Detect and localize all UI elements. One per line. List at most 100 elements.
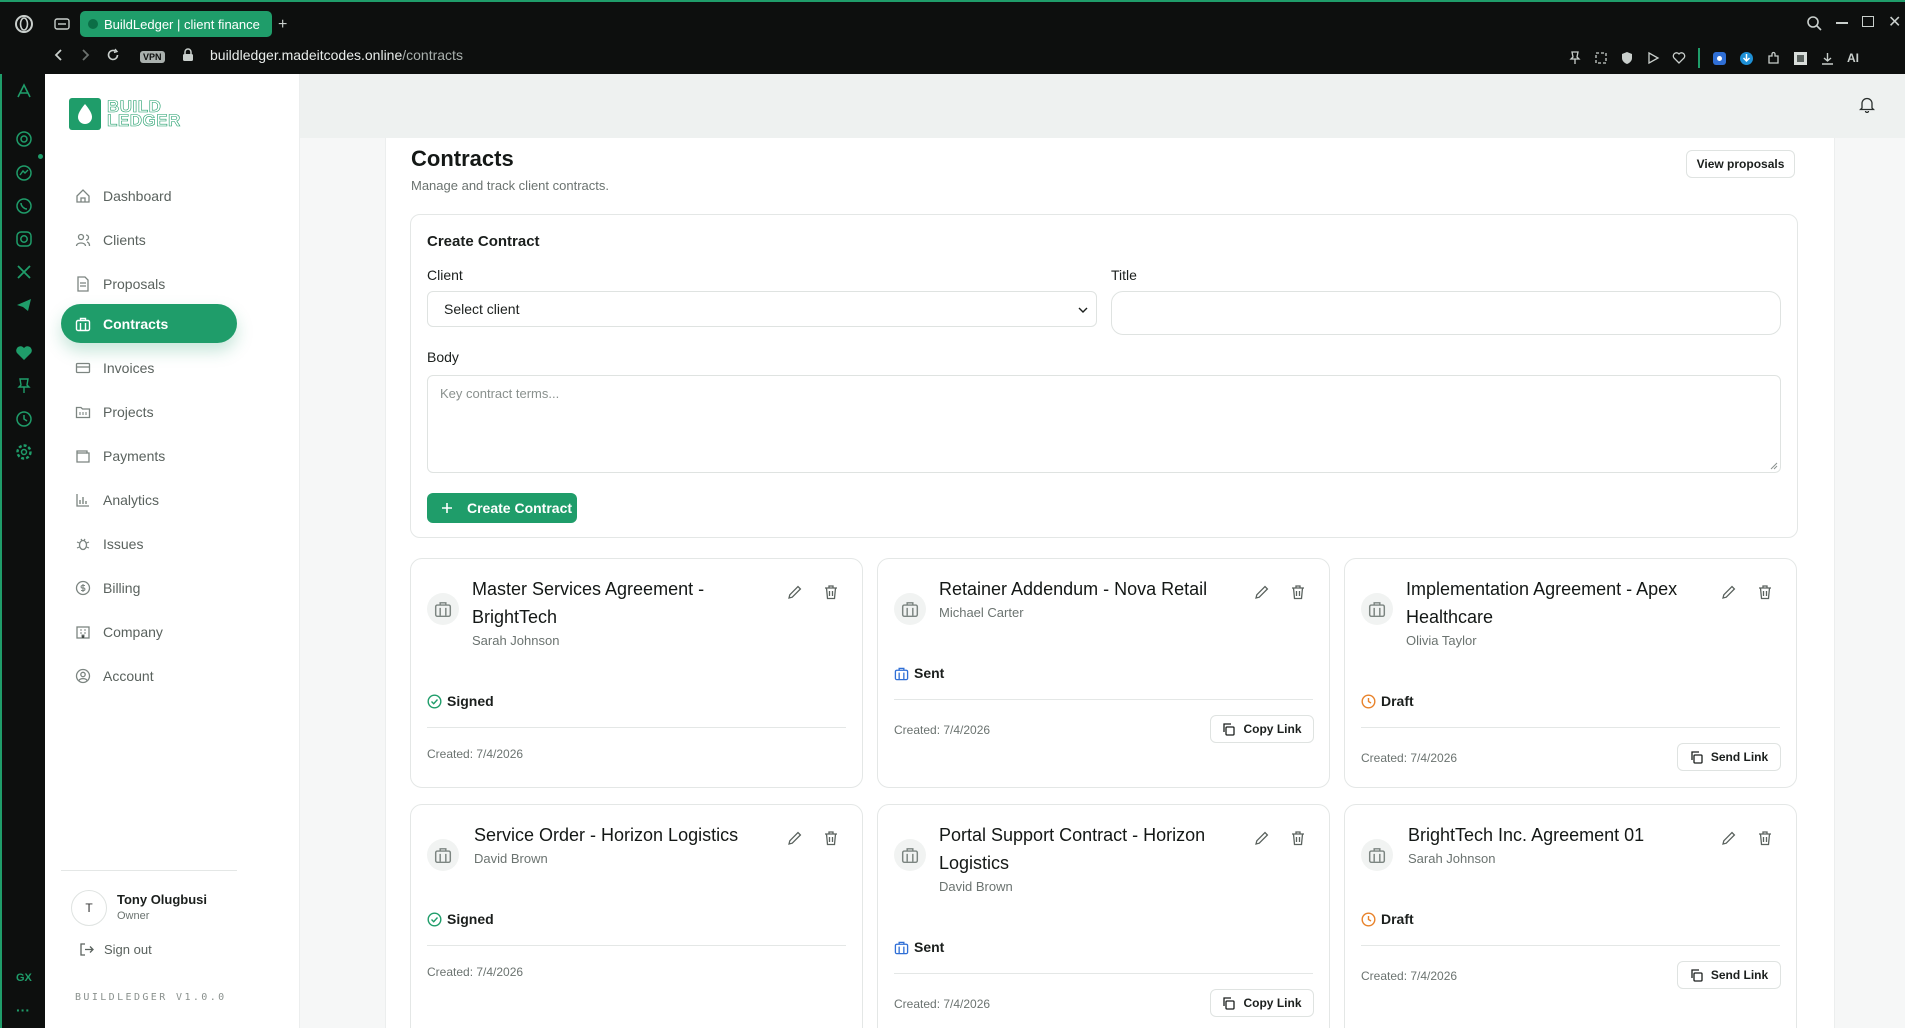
sidebar-divider <box>61 870 237 871</box>
view-proposals-button[interactable]: View proposals <box>1686 150 1795 178</box>
new-tab-icon[interactable]: + <box>278 16 287 34</box>
search-icon[interactable] <box>1806 15 1822 31</box>
snapshot-icon[interactable] <box>1594 51 1608 65</box>
card-divider <box>1361 727 1780 728</box>
shield-icon[interactable] <box>1620 51 1634 65</box>
create-contract-label: Create Contract <box>467 500 573 516</box>
brand-logo[interactable]: BUILD LEDGER <box>69 98 181 130</box>
sign-out-button[interactable]: Sign out <box>79 942 152 957</box>
copy-link-button[interactable]: Copy Link <box>1210 989 1314 1017</box>
sidebar-item-payments[interactable]: Payments <box>61 436 237 475</box>
home-icon <box>76 188 90 203</box>
contract-card[interactable]: Portal Support Contract - Horizon Logisti… <box>877 804 1330 1028</box>
back-icon[interactable] <box>52 48 66 62</box>
sidebar-item-label: Contracts <box>103 315 169 332</box>
contract-card[interactable]: Master Services Agreement - BrightTech Sa… <box>410 558 863 788</box>
instagram-icon[interactable] <box>15 230 33 248</box>
whatsapp-icon[interactable] <box>15 197 33 215</box>
created-date: Created: 7/4/2026 <box>427 747 524 761</box>
address-bar[interactable]: buildledger.madeitcodes.online/contracts <box>210 47 463 63</box>
sidebar-item-clients[interactable]: Clients <box>61 220 237 259</box>
browser-tab-active[interactable]: BuildLedger | client finance <box>80 11 272 37</box>
history-icon[interactable] <box>15 410 33 428</box>
edit-icon[interactable] <box>1253 829 1271 847</box>
sign-out-label: Sign out <box>104 942 152 957</box>
client-select[interactable]: Select client <box>427 291 1097 327</box>
resize-handle-icon[interactable] <box>1770 462 1778 470</box>
send-link-button[interactable]: Send Link <box>1677 961 1781 989</box>
tab-island-icon[interactable] <box>54 18 70 30</box>
restore-icon[interactable] <box>1862 16 1874 27</box>
chatgpt-icon[interactable] <box>15 130 33 148</box>
forward-icon[interactable] <box>78 48 92 62</box>
body-textarea[interactable]: Key contract terms... <box>427 375 1781 473</box>
close-window-icon[interactable]: ✕ <box>1888 12 1901 32</box>
edit-icon[interactable] <box>786 583 804 601</box>
heart-icon[interactable] <box>1672 51 1686 65</box>
trash-icon[interactable] <box>1756 583 1774 601</box>
download-icon[interactable] <box>1820 51 1835 66</box>
sidebar-item-issues[interactable]: Issues <box>61 524 237 563</box>
trash-icon[interactable] <box>1289 829 1307 847</box>
minimize-icon[interactable] <box>1836 22 1848 24</box>
notification-dot <box>38 154 43 159</box>
briefcase-icon <box>894 839 926 871</box>
ai-button[interactable]: AI <box>1847 51 1859 65</box>
extension-gear-icon[interactable] <box>1712 51 1727 66</box>
telegram-icon[interactable] <box>15 296 33 314</box>
favorites-heart-icon[interactable] <box>15 344 33 362</box>
trash-icon[interactable] <box>1289 583 1307 601</box>
bell-icon[interactable] <box>1859 96 1875 113</box>
play-icon[interactable] <box>1646 51 1660 65</box>
lock-icon[interactable] <box>182 48 194 62</box>
gx-label[interactable]: GX <box>16 972 32 984</box>
trash-icon[interactable] <box>822 583 840 601</box>
sidebar-item-invoices[interactable]: Invoices <box>61 348 237 387</box>
sidebar-item-label: Invoices <box>103 359 155 376</box>
contract-title-line-1: Implementation Agreement - Apex <box>1406 579 1678 599</box>
chevron-down-icon <box>1078 307 1088 313</box>
messenger-icon[interactable] <box>15 164 33 182</box>
sidebar-item-contracts[interactable]: Contracts <box>61 304 237 343</box>
reload-icon[interactable] <box>106 48 120 62</box>
edit-icon[interactable] <box>1720 829 1738 847</box>
send-link-button[interactable]: Send Link <box>1677 743 1781 771</box>
create-contract-button[interactable]: Create Contract <box>427 493 577 523</box>
url-domain: buildledger.madeitcodes.online <box>210 47 403 63</box>
sidebar-item-projects[interactable]: Projects <box>61 392 237 431</box>
extensions-icon[interactable] <box>1766 51 1781 66</box>
pinboard-icon[interactable] <box>15 377 33 395</box>
sidebar-item-label: Account <box>103 667 154 684</box>
vpn-badge[interactable]: VPN <box>140 51 165 63</box>
brand-line-2: LEDGER <box>107 111 181 130</box>
edit-icon[interactable] <box>786 829 804 847</box>
sidebar-item-company[interactable]: Company <box>61 612 237 651</box>
x-twitter-icon[interactable] <box>15 263 33 281</box>
contract-card[interactable]: BrightTech Inc. Agreement 01 Sarah Johns… <box>1344 804 1797 1028</box>
trash-icon[interactable] <box>822 829 840 847</box>
settings-gear-icon[interactable] <box>15 443 33 461</box>
edit-icon[interactable] <box>1253 583 1271 601</box>
edit-icon[interactable] <box>1720 583 1738 601</box>
trash-icon[interactable] <box>1756 829 1774 847</box>
contract-card[interactable]: Retainer Addendum - Nova Retail Michael … <box>877 558 1330 788</box>
title-input[interactable] <box>1111 291 1781 335</box>
contract-client: David Brown <box>939 879 1013 894</box>
extension-download-icon[interactable] <box>1739 51 1754 66</box>
more-icon[interactable]: ··· <box>16 1002 30 1018</box>
extension-image-icon[interactable] <box>1793 51 1808 66</box>
contract-title-line-2: Healthcare <box>1406 607 1494 627</box>
sidebar-item-analytics[interactable]: Analytics <box>61 480 237 519</box>
contract-card[interactable]: Service Order - Horizon Logistics David … <box>410 804 863 1028</box>
sidebar-item-dashboard[interactable]: Dashboard <box>61 176 237 215</box>
briefcase-icon <box>427 593 459 625</box>
pin-icon[interactable] <box>1568 51 1582 65</box>
copy-link-button[interactable]: Copy Link <box>1210 715 1314 743</box>
aria-icon[interactable] <box>15 82 33 100</box>
sidebar-item-billing[interactable]: Billing <box>61 568 237 607</box>
contract-card[interactable]: Implementation Agreement - Apex Healthcar… <box>1344 558 1797 788</box>
sidebar-item-proposals[interactable]: Proposals <box>61 264 237 303</box>
opera-logo-icon[interactable] <box>14 14 34 34</box>
client-select-value: Select client <box>444 301 520 317</box>
sidebar-item-account[interactable]: Account <box>61 656 237 695</box>
